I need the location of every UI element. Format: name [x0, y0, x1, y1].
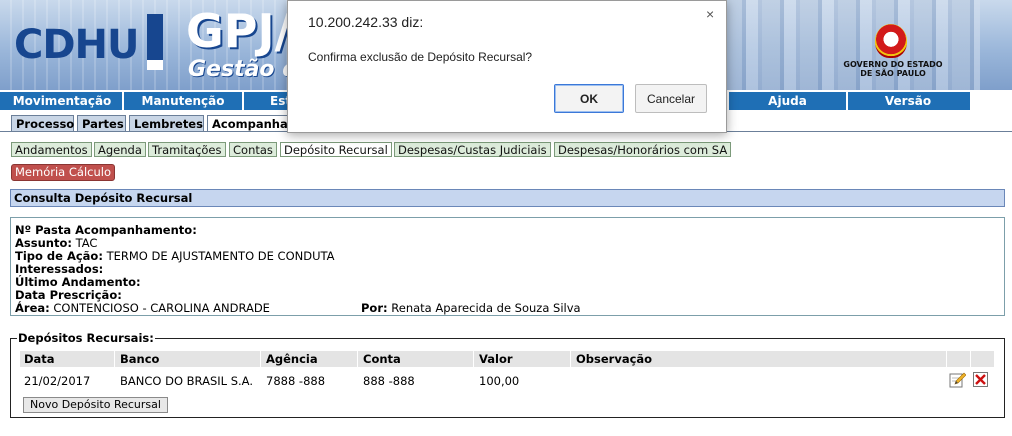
ultimo-andamento-label: Último Andamento:	[15, 275, 141, 289]
col-data: Data	[24, 352, 55, 366]
row-data: 21/02/2017	[24, 374, 91, 388]
menu-manutencao[interactable]: Manutenção	[124, 92, 244, 110]
sao-paulo-coat-of-arms-icon	[875, 24, 907, 58]
assunto-value: TAC	[75, 236, 98, 250]
delete-icon[interactable]	[973, 372, 988, 387]
info-data-prescricao: Data Prescrição:	[15, 288, 122, 302]
info-area: Área: CONTENCIOSO - CAROLINA ANDRADE	[15, 301, 270, 315]
gpj-logo-subtitle: Gestão d	[188, 57, 298, 82]
cdhu-logo: CDHU	[14, 22, 140, 68]
menu-ajuda[interactable]: Ajuda	[727, 92, 848, 110]
process-info-panel: Nº Pasta Acompanhamento: Assunto: TAC Ti…	[10, 217, 1005, 316]
col-banco: Banco	[120, 352, 160, 366]
area-label: Área:	[15, 301, 50, 315]
dialog-message: Confirma exclusão de Depósito Recursal?	[308, 50, 533, 64]
depositos-table-header: Data Banco Agência Conta Valor Observaçã…	[20, 351, 994, 367]
close-icon[interactable]: ×	[706, 6, 714, 22]
confirm-dialog: 10.200.242.33 diz: × Confirma exclusão d…	[287, 0, 727, 133]
col-valor: Valor	[479, 352, 513, 366]
col-observacao: Observação	[576, 352, 653, 366]
memoria-calculo-button[interactable]: Memória Cálculo	[11, 164, 115, 181]
menu-movimentacao[interactable]: Movimentação	[2, 92, 124, 110]
pasta-label: Nº Pasta Acompanhamento:	[15, 223, 197, 237]
row-agencia: 7888 -888	[266, 374, 326, 388]
page-title: Consulta Depósito Recursal	[10, 189, 1005, 207]
assunto-label: Assunto:	[15, 236, 72, 250]
data-prescricao-label: Data Prescrição:	[15, 288, 122, 302]
subtab-despesas-custas[interactable]: Despesas/Custas Judiciais	[394, 142, 551, 157]
edit-icon[interactable]	[949, 371, 966, 388]
header-separator	[114, 351, 115, 367]
government-label: GOVERNO DO ESTADO DE SÃO PAULO	[838, 60, 948, 78]
info-tipo-acao: Tipo de Ação: TERMO DE AJUSTAMENTO DE CO…	[15, 249, 335, 263]
tab-lembretes[interactable]: Lembretes	[129, 115, 204, 131]
subtab-tramitacoes[interactable]: Tramitações	[148, 142, 226, 157]
cancel-button[interactable]: Cancelar	[635, 84, 707, 113]
subtab-deposito-recursal[interactable]: Depósito Recursal	[280, 142, 392, 157]
header-separator	[946, 351, 947, 367]
header-separator	[357, 351, 358, 367]
info-pasta: Nº Pasta Acompanhamento:	[15, 223, 197, 237]
por-value: Renata Aparecida de Souza Silva	[391, 301, 581, 315]
row-valor: 100,00	[479, 374, 520, 388]
subtab-despesas-honorarios[interactable]: Despesas/Honorários com SA	[554, 142, 732, 157]
subtab-contas[interactable]: Contas	[229, 142, 277, 157]
subtab-andamentos[interactable]: Andamentos	[11, 142, 92, 157]
area-value: CONTENCIOSO - CAROLINA ANDRADE	[53, 301, 270, 315]
government-label-line1: GOVERNO DO ESTADO	[843, 60, 943, 69]
info-interessados: Interessados:	[15, 262, 103, 276]
government-label-line2: DE SÃO PAULO	[860, 69, 926, 78]
header-separator	[260, 351, 261, 367]
row-conta: 888 -888	[363, 374, 415, 388]
subtab-agenda[interactable]: Agenda	[94, 142, 146, 157]
por-label: Por:	[361, 301, 388, 315]
tab-acompanhamento[interactable]: Acompanha	[207, 115, 289, 131]
row-banco: BANCO DO BRASIL S.A.	[120, 374, 253, 388]
tab-processo[interactable]: Processo	[11, 115, 74, 131]
ok-button[interactable]: OK	[554, 84, 624, 113]
depositos-legend: Depósitos Recursais:	[17, 331, 155, 345]
dialog-origin: 10.200.242.33 diz:	[308, 14, 424, 30]
tab-partes[interactable]: Partes	[77, 115, 126, 131]
header-separator	[970, 351, 971, 367]
col-conta: Conta	[363, 352, 401, 366]
info-assunto: Assunto: TAC	[15, 236, 97, 250]
cdhu-logo-mark	[147, 14, 163, 70]
novo-deposito-button[interactable]: Novo Depósito Recursal	[23, 397, 168, 413]
info-ultimo-andamento: Último Andamento:	[15, 275, 141, 289]
tipo-acao-value: TERMO DE AJUSTAMENTO DE CONDUTA	[106, 249, 335, 263]
header-separator	[473, 351, 474, 367]
header-separator	[570, 351, 571, 367]
gpj-logo: GPJ/	[186, 4, 292, 58]
info-por: Por: Renata Aparecida de Souza Silva	[361, 301, 581, 315]
col-agencia: Agência	[266, 352, 318, 366]
tipo-acao-label: Tipo de Ação:	[15, 249, 103, 263]
menu-versao[interactable]: Versão	[848, 92, 968, 110]
interessados-label: Interessados:	[15, 262, 104, 276]
